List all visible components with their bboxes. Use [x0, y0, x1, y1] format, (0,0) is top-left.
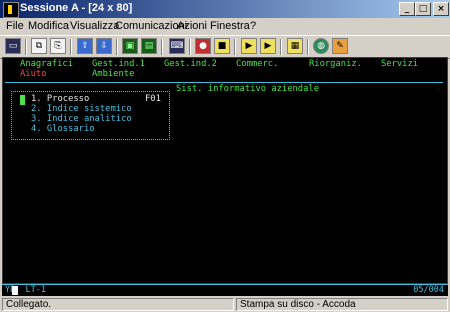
connection-status: Collegato. [2, 298, 234, 311]
menu-file[interactable]: File [6, 20, 24, 32]
terminal-menu-riorganiz[interactable]: Riorganiz. [309, 59, 362, 70]
keyboard-icon[interactable]: ▤ [141, 38, 157, 54]
globe-icon[interactable]: ◍ [313, 38, 329, 54]
toolbar-separator [161, 39, 163, 55]
menu-visualizza[interactable]: Visualizza [70, 20, 119, 32]
paste-icon[interactable]: ⎘ [50, 38, 66, 54]
toolbar-separator [116, 39, 118, 55]
menu-azioni[interactable]: Azioni [177, 20, 207, 32]
separator-line [5, 82, 443, 83]
terminal-menu-gest-ind-2[interactable]: Gest.ind.2 [164, 59, 217, 70]
cursor-position: 05/004 [413, 285, 444, 295]
terminal-screen[interactable]: Anagrafici Gest.ind.1 Gest.ind.2 Commerc… [2, 57, 448, 284]
terminal-menu-servizi[interactable]: Servizi [381, 59, 418, 70]
toolbar-separator [307, 39, 309, 55]
toolbar-separator [234, 39, 236, 55]
toolbar-separator [25, 39, 27, 55]
terminal-cursor [20, 95, 25, 105]
receive-file-icon[interactable]: ⇩ [96, 38, 112, 54]
terminal-menu-ambiente[interactable]: Ambiente [92, 69, 134, 80]
session-icon[interactable]: ▭ [5, 38, 21, 54]
record-macro-icon[interactable]: ● [195, 38, 211, 54]
app-icon[interactable] [3, 2, 19, 18]
operator-info-area: YB LT-1 05/004 [2, 284, 448, 296]
toolbar-separator [70, 39, 72, 55]
window-title: Sessione A - [24 x 80] [20, 2, 133, 14]
menu-option-glossario[interactable]: 4. Glossario [31, 124, 95, 135]
menu-modifica[interactable]: Modifica [28, 20, 69, 32]
menu-help[interactable]: ? [250, 20, 256, 32]
copy-icon[interactable]: ⧉ [31, 38, 47, 54]
menu-finestra[interactable]: Finestra [210, 20, 250, 32]
stop-macro-icon[interactable]: ■ [214, 38, 230, 54]
oia-separator [2, 284, 448, 285]
toolbar-separator [280, 39, 282, 55]
tools-icon[interactable]: ✎ [332, 38, 348, 54]
send-file-icon[interactable]: ⇪ [77, 38, 93, 54]
display-icon[interactable]: ▣ [122, 38, 138, 54]
menu-bar: File Modifica Visualizza Comunicazioni A… [0, 18, 450, 34]
minimize-button[interactable]: _ [399, 2, 415, 16]
status-bar: Collegato. Stampa su disco - Accoda [0, 297, 450, 312]
print-status: Stampa su disco - Accoda [236, 298, 448, 311]
terminal-menu-commerc[interactable]: Commerc. [236, 59, 278, 70]
maximize-button[interactable]: □ [415, 2, 431, 16]
close-button[interactable]: × [433, 2, 449, 16]
play-macro-2-icon[interactable]: ▶ [260, 38, 276, 54]
play-macro-icon[interactable]: ▶ [241, 38, 257, 54]
macro-icon[interactable]: ⌨ [169, 38, 185, 54]
function-key-label: F01 [145, 94, 161, 104]
terminal-menu-aiuto[interactable]: Aiuto [20, 69, 46, 80]
toolbar: ▭ ⧉ ⎘ ⇪ ⇩ ▣ ▤ ⌨ ● ■ ▶ ▶ ▦ ◍ ✎ [0, 35, 450, 59]
title-bar: Sessione A - [24 x 80] _ □ × [0, 0, 450, 18]
oia-input-indicator [12, 286, 18, 295]
panel-title: Sist. informativo aziendale [176, 84, 319, 94]
clipboard-icon[interactable]: ▦ [287, 38, 303, 54]
toolbar-separator [189, 39, 191, 55]
